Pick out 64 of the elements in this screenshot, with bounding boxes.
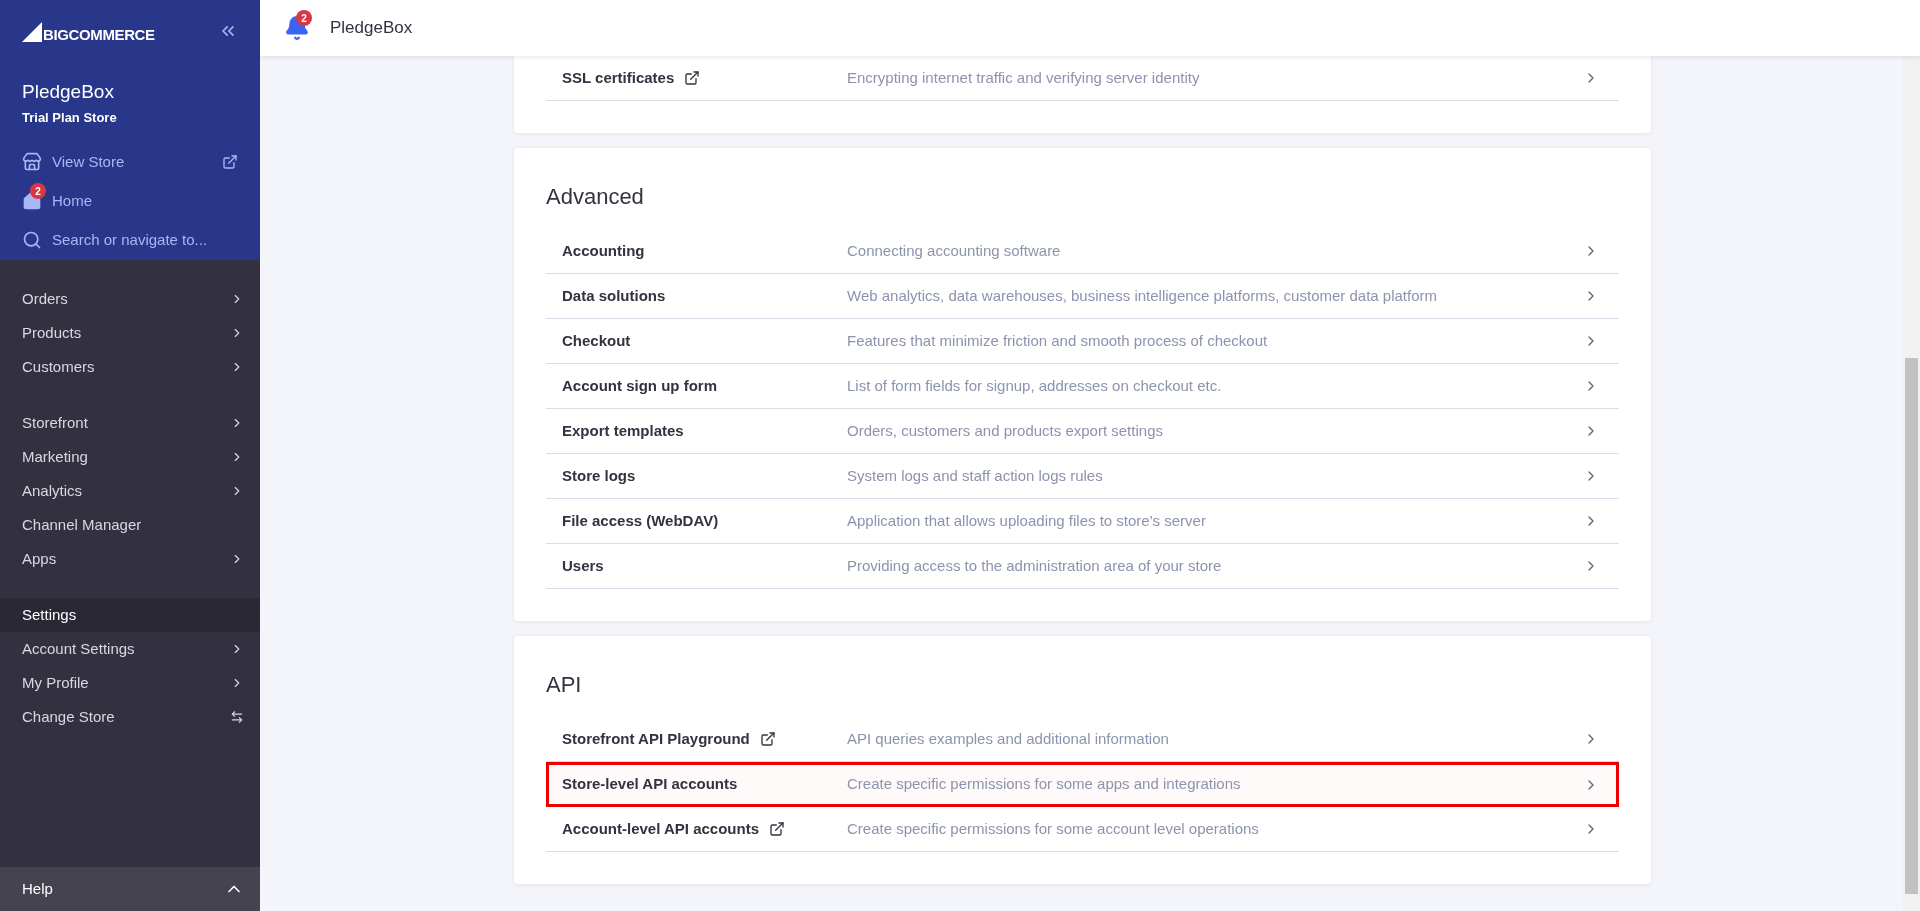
row-label: Store logs (562, 465, 636, 486)
row-description: Providing access to the administration area of your store (847, 555, 1223, 576)
row-description: Create specific permissions for some account level operations (847, 818, 1260, 839)
row-description: API queries examples and additional information (847, 728, 1170, 749)
row-description: Web analytics, data warehouses, business intelligence platforms, customer data platform (847, 285, 1439, 306)
row-description: System logs and staff action logs rules (847, 465, 1104, 486)
row-label: Accounting (562, 240, 645, 261)
sidebar-nav-item[interactable]: Orders (0, 282, 260, 316)
section-title: API (546, 671, 583, 699)
sidebar-link[interactable]: Home (52, 190, 92, 213)
sidebar-nav-item[interactable]: Change Store (0, 700, 260, 734)
header-title: PledgeBox (330, 17, 413, 40)
settings-row[interactable]: Store logs System logs and staff action logs rules (546, 454, 1619, 499)
row-description: List of form fields for signup, addresses on checkout etc. (847, 375, 1223, 396)
row-label: Account-level API accounts (562, 818, 759, 839)
settings-row[interactable]: Account-level API accounts Create specific permissions for some account level operations (546, 807, 1619, 852)
sidebar-nav-item[interactable]: Storefront (0, 406, 260, 440)
section-title: Advanced (546, 183, 645, 211)
row-description: Orders, customers and products export settings (847, 420, 1164, 441)
sidebar-nav-item[interactable]: Apps (0, 542, 260, 576)
sidebar-nav-item[interactable]: Channel Manager (0, 508, 260, 542)
store-icon (22, 152, 42, 173)
search-icon (22, 230, 42, 251)
sidebar-nav-item[interactable]: My Profile (0, 666, 260, 700)
notification-badge: 2 (296, 10, 312, 26)
sidebar-nav-item[interactable]: Settings (0, 598, 260, 632)
sidebar-nav-item[interactable]: Analytics (0, 474, 260, 508)
settings-row[interactable]: SSL certificates Encrypting internet traffic and verifying server identity (546, 56, 1619, 101)
sidebar-nav-item[interactable]: Marketing (0, 440, 260, 474)
row-label: Checkout (562, 330, 631, 351)
settings-row[interactable]: Accounting Connecting accounting software (546, 229, 1619, 274)
store-name: PledgeBox (22, 80, 115, 104)
store-plan: Trial Plan Store (22, 108, 118, 127)
notification-badge: 2 (30, 183, 46, 200)
sidebar-nav-item[interactable]: Products (0, 316, 260, 350)
scrollbar[interactable] (1903, 56, 1920, 911)
row-description: Application that allows uploading files to store's server (847, 510, 1207, 531)
row-description: Create specific permissions for some apps and integrations (847, 774, 1242, 795)
settings-row[interactable]: Store-level API accounts Create specific permissions for some apps and integrations (546, 762, 1619, 807)
row-label: Account sign up form (562, 375, 717, 396)
row-description: Connecting accounting software (847, 240, 1062, 261)
sidebar-link[interactable]: View Store (52, 151, 125, 174)
settings-row[interactable]: Account sign up form List of form fields for signup, addresses on checkout etc. (546, 364, 1619, 409)
row-label: File access (WebDAV) (562, 510, 719, 531)
row-label: Storefront API Playground (562, 728, 750, 749)
help-button[interactable]: Help (0, 867, 260, 911)
row-label: Data solutions (562, 285, 666, 306)
row-label: SSL certificates (562, 67, 675, 88)
row-label: Users (562, 555, 604, 576)
sidebar-nav-item[interactable]: Customers (0, 350, 260, 384)
row-description: Encrypting internet traffic and verifying server identity (847, 67, 1201, 88)
settings-row[interactable]: Users Providing access to the administration area of your store (546, 544, 1619, 589)
row-label: Store-level API accounts (562, 774, 738, 795)
logo: BIGCOMMERCE (43, 27, 155, 42)
settings-row[interactable]: Data solutions Web analytics, data warehouses, business intelligence platforms, customer data platform (546, 274, 1619, 319)
settings-row[interactable]: Export templates Orders, customers and products export settings (546, 409, 1619, 454)
swap-icon (230, 710, 244, 724)
settings-row[interactable]: File access (WebDAV) Application that allows uploading files to store's server (546, 499, 1619, 544)
settings-row[interactable]: Checkout Features that minimize friction and smooth process of checkout (546, 319, 1619, 364)
sidebar-nav-item[interactable]: Account Settings (0, 632, 260, 666)
sidebar-link[interactable]: Search or navigate to... (52, 229, 208, 252)
row-label: Export templates (562, 420, 684, 441)
logo-triangle-icon (22, 20, 42, 42)
row-description: Features that minimize friction and smooth process of checkout (847, 330, 1269, 351)
